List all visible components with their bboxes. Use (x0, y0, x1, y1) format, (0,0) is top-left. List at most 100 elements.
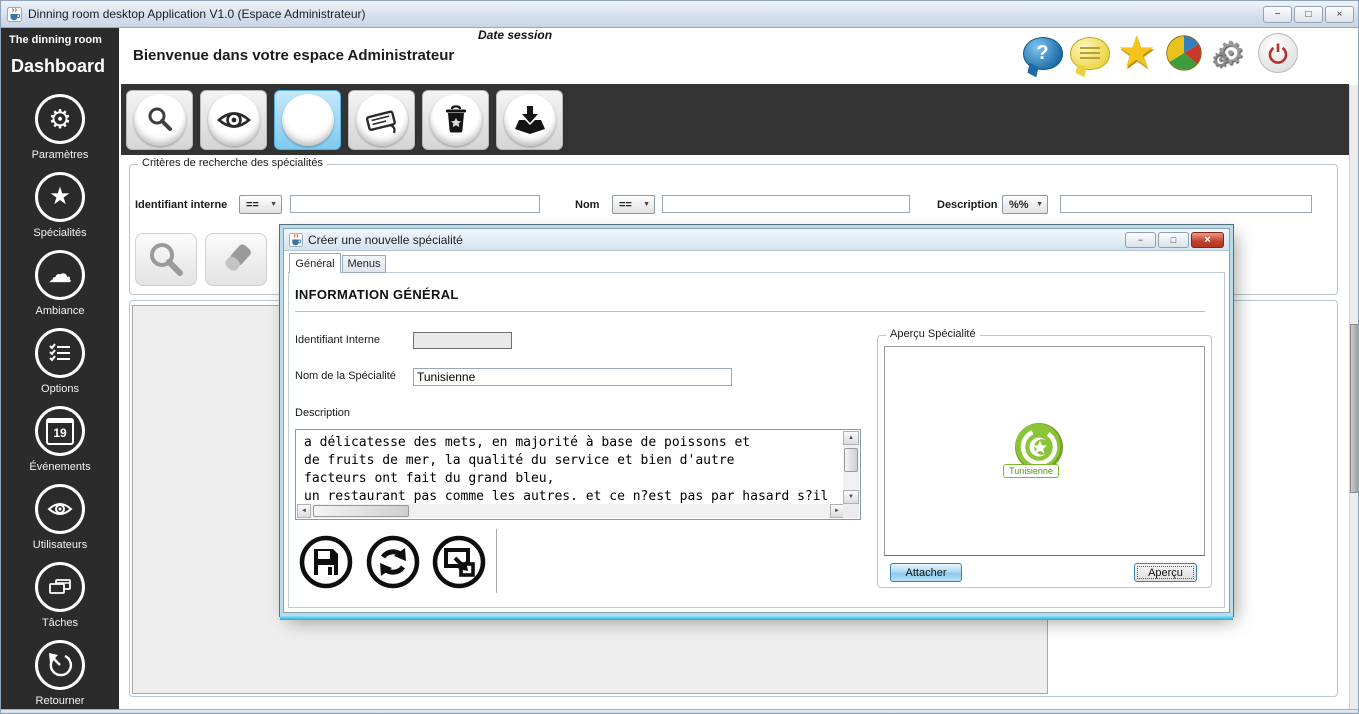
minimize-icon: − (1138, 235, 1143, 245)
star-icon: ★ (49, 185, 71, 209)
tasks-icon (47, 576, 73, 598)
view-tool-button[interactable] (200, 90, 267, 150)
nom-specialite-field[interactable] (413, 368, 732, 386)
description-textarea[interactable]: a délicatesse des mets, en majorité à ba… (295, 429, 861, 520)
tab-menus[interactable]: Menus (342, 255, 386, 273)
close-icon: × (1204, 234, 1210, 246)
window-title: Dinning room desktop Application V1.0 (E… (28, 7, 366, 21)
calendar-day: 19 (53, 426, 66, 440)
return-icon (47, 652, 73, 678)
sidebar-item-label: Retourner (36, 695, 85, 707)
eye-icon (47, 499, 73, 519)
identifiant-search-input[interactable] (290, 195, 540, 213)
attach-button-label: Attacher (906, 567, 947, 579)
identifiant-interne-label: Identifiant Interne (295, 334, 380, 346)
horizontal-scroll-thumb[interactable] (313, 505, 409, 517)
identifiant-interne-field (413, 332, 512, 349)
chevron-down-icon: ▼ (643, 201, 650, 208)
sidebar-item-options[interactable]: Options (35, 328, 85, 395)
sidebar-nav: ⚙ Paramètres ★ Spécialités ☁ Ambiance (1, 94, 119, 714)
dialog-close-button[interactable]: × (1191, 232, 1224, 248)
refresh-icon (365, 534, 421, 590)
sidebar-item-retourner[interactable]: Retourner (35, 640, 85, 707)
description-operator-select[interactable]: %% ▼ (1002, 195, 1048, 214)
import-tool-button[interactable] (496, 90, 563, 150)
description-vertical-scrollbar[interactable]: ▲ ▼ (843, 431, 859, 504)
favorites-star-icon: ★ (1117, 31, 1156, 75)
messages-icon (1070, 37, 1110, 70)
run-search-button[interactable] (135, 233, 197, 286)
messages-button[interactable] (1066, 31, 1113, 75)
sidebar-item-evenements[interactable]: 19 Événements (29, 406, 90, 473)
main-scrollbar-thumb[interactable] (1350, 324, 1359, 493)
preview-button[interactable]: Aperçu (1134, 563, 1197, 582)
dialog-maximize-button[interactable]: □ (1158, 232, 1189, 248)
description-horizontal-scrollbar[interactable]: ◄ ► (297, 504, 844, 518)
delete-tool-button[interactable] (422, 90, 489, 150)
apercu-group-title: Aperçu Spécialité (886, 328, 980, 340)
settings-button[interactable]: ⚙ ⚙ (1207, 31, 1254, 75)
window-titlebar[interactable]: Dinning room desktop Application V1.0 (E… (1, 1, 1359, 28)
edit-tool-button[interactable] (348, 90, 415, 150)
maximize-button[interactable]: □ (1294, 6, 1323, 23)
sidebar-item-taches[interactable]: Tâches (35, 562, 85, 629)
favorites-button[interactable]: ★ (1113, 31, 1160, 75)
sidebar-brand: The dinning room (9, 34, 102, 46)
dialog-titlebar[interactable]: Créer une nouvelle spécialité − □ × (284, 229, 1229, 251)
gear-icon: ⚙ (48, 106, 71, 132)
create-specialty-dialog: Créer une nouvelle spécialité − □ × Géné… (283, 228, 1230, 613)
attach-button[interactable]: Attacher (890, 563, 962, 582)
dialog-title: Créer une nouvelle spécialité (308, 233, 463, 247)
section-divider (295, 311, 1205, 312)
help-button[interactable]: ? (1019, 31, 1066, 75)
scroll-down-button[interactable]: ▼ (843, 490, 859, 504)
exit-button[interactable] (431, 534, 487, 590)
scroll-left-button[interactable]: ◄ (297, 504, 311, 518)
blank-icon (282, 94, 334, 146)
clear-search-button[interactable] (205, 233, 267, 286)
sidebar-item-label: Paramètres (32, 149, 89, 161)
welcome-heading: Bienvenue dans votre espace Administrate… (133, 47, 454, 64)
vertical-scroll-thumb[interactable] (844, 448, 858, 472)
export-icon (431, 534, 487, 590)
main-scrollbar[interactable] (1349, 85, 1359, 709)
up-arrow-icon: ▲ (848, 435, 854, 441)
action-toolbar (121, 84, 1349, 155)
java-icon (7, 7, 22, 22)
sidebar-item-specialites[interactable]: ★ Spécialités (33, 172, 86, 239)
scroll-right-button[interactable]: ► (830, 504, 844, 518)
sidebar: The dinning room Dashboard ⚙ Paramètres … (1, 28, 119, 714)
nom-operator-select[interactable]: == ▼ (612, 195, 655, 214)
maximize-icon: □ (1305, 9, 1311, 20)
reset-button[interactable] (365, 534, 421, 590)
identifiant-operator-select[interactable]: == ▼ (239, 195, 282, 214)
new-tool-button-selected[interactable] (274, 90, 341, 150)
save-button[interactable] (298, 534, 354, 590)
description-search-input[interactable] (1060, 195, 1312, 213)
preview-button-label: Aperçu (1148, 567, 1183, 579)
sidebar-item-utilisateurs[interactable]: Utilisateurs (33, 484, 87, 551)
question-mark: ? (1036, 42, 1048, 65)
tab-label: Menus (347, 258, 380, 270)
sidebar-item-parametres[interactable]: ⚙ Paramètres (32, 94, 89, 161)
search-tool-button[interactable] (126, 90, 193, 150)
sidebar-item-label: Utilisateurs (33, 539, 87, 551)
section-title: INFORMATION GÉNÉRAL (295, 287, 459, 302)
close-button[interactable]: × (1325, 6, 1354, 23)
window-bottom-frame (1, 709, 1359, 714)
apercu-specialite-group: Aperçu Spécialité Tunisienne Attacher Ap… (877, 335, 1212, 588)
nom-specialite-label: Nom de la Spécialité (295, 370, 396, 382)
power-button[interactable] (1254, 31, 1301, 75)
sidebar-item-ambiance[interactable]: ☁ Ambiance (35, 250, 85, 317)
tab-general[interactable]: Général (289, 253, 341, 273)
search-icon (147, 241, 185, 279)
scroll-up-button[interactable]: ▲ (843, 431, 859, 445)
statistics-button[interactable] (1160, 31, 1207, 75)
nom-search-input[interactable] (662, 195, 910, 213)
minimize-button[interactable]: − (1263, 6, 1292, 23)
operator-value: == (246, 199, 259, 211)
dialog-minimize-button[interactable]: − (1125, 232, 1156, 248)
description-text[interactable]: a délicatesse des mets, en majorité à ba… (297, 431, 837, 503)
sidebar-item-label: Événements (29, 461, 90, 473)
search-icon (145, 105, 175, 135)
